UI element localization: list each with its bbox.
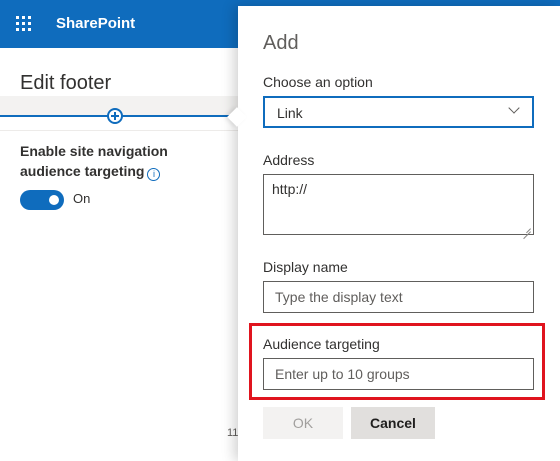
cancel-button[interactable]: Cancel	[351, 407, 435, 439]
choose-option-dropdown[interactable]: Link	[263, 96, 534, 128]
section-divider	[0, 130, 238, 131]
address-textarea[interactable]: http://	[263, 174, 534, 235]
edit-footer-title: Edit footer	[20, 72, 112, 94]
sharepoint-edit-footer-screen: SharePoint Edit footer Enable site navig…	[0, 0, 560, 461]
address-label: Address	[263, 152, 315, 168]
ok-button[interactable]: OK	[263, 407, 343, 439]
display-name-label: Display name	[263, 259, 348, 275]
audience-targeting-highlight	[249, 323, 545, 400]
audience-targeting-setting-text: Enable site navigation audience targetin…	[20, 143, 168, 179]
info-icon[interactable]: i	[147, 168, 161, 181]
choose-option-label: Choose an option	[263, 74, 373, 90]
add-link-icon[interactable]	[107, 108, 123, 124]
display-name-placeholder: Type the display text	[275, 289, 403, 305]
chevron-down-icon	[508, 102, 520, 114]
waffle-icon[interactable]	[16, 16, 32, 32]
audience-targeting-setting-label: Enable site navigation audience targetin…	[20, 141, 220, 181]
app-name[interactable]: SharePoint	[56, 15, 135, 32]
display-name-input[interactable]: Type the display text	[263, 281, 534, 313]
panel-title: Add	[263, 32, 299, 54]
address-value: http://	[272, 181, 308, 197]
audience-targeting-toggle[interactable]	[20, 190, 64, 210]
toggle-knob	[49, 195, 59, 205]
background-page-number: 11	[227, 427, 239, 439]
toggle-state-label: On	[73, 191, 91, 206]
dropdown-selected-value: Link	[277, 105, 303, 121]
resize-grip-icon[interactable]	[523, 224, 531, 232]
